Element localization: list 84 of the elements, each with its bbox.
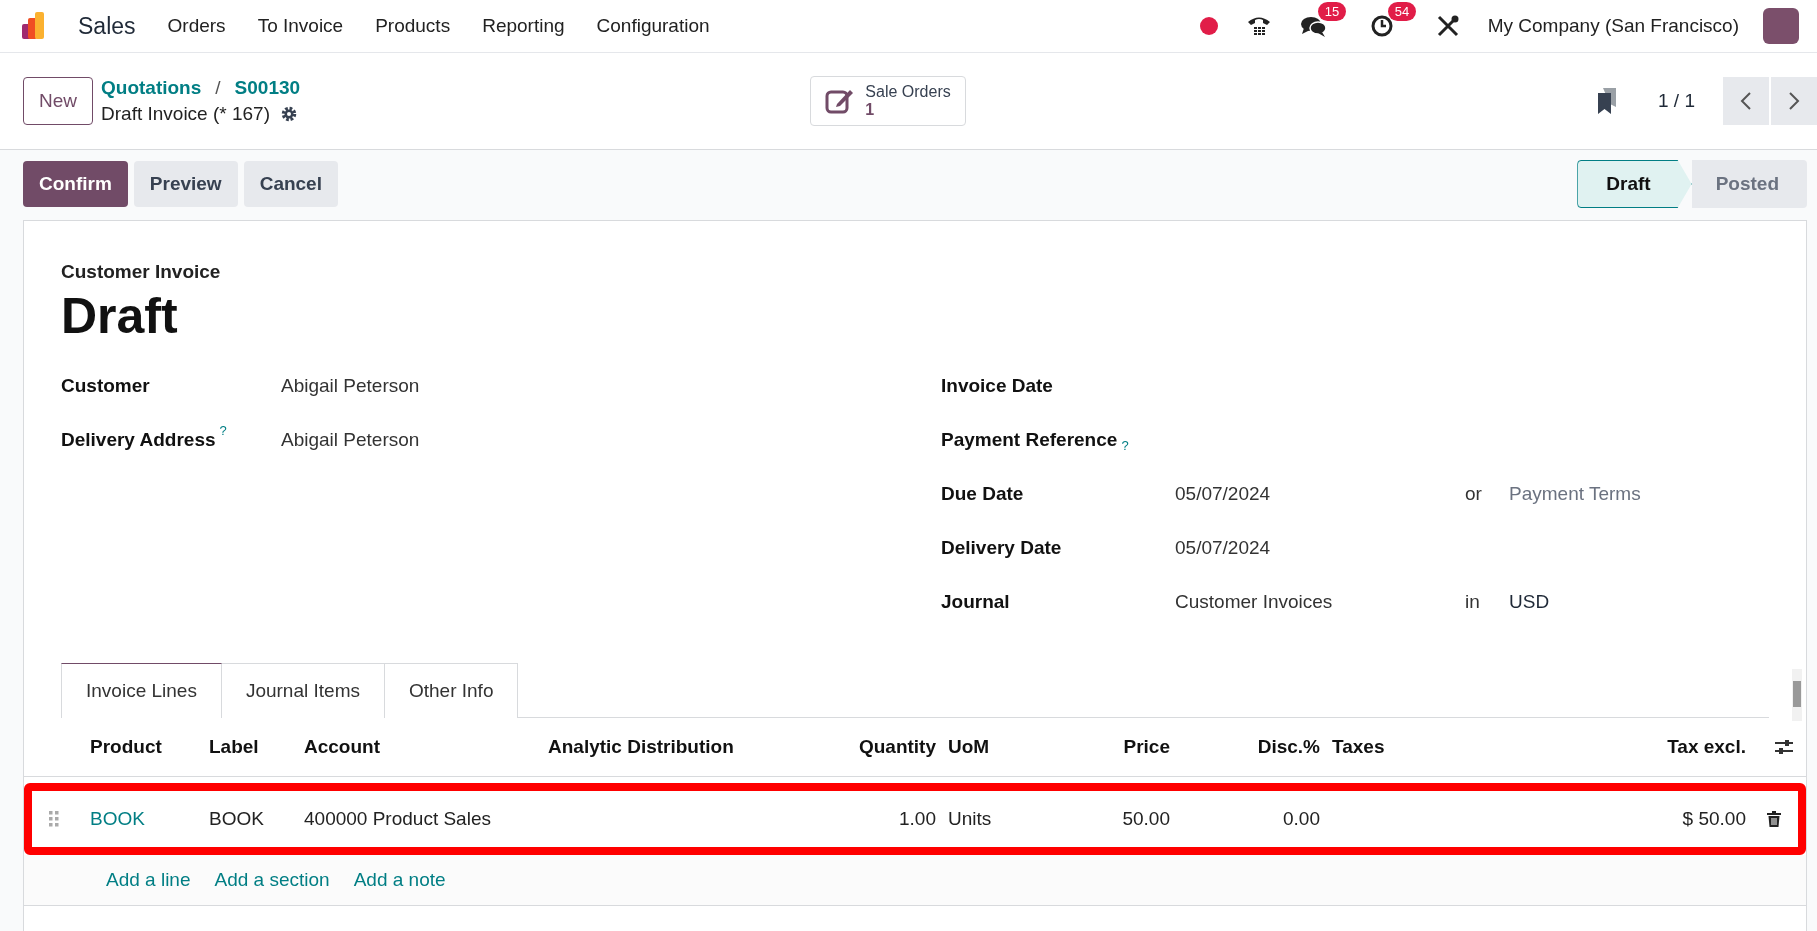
table-cell: Units — [948, 808, 992, 829]
chat-icon[interactable] — [1299, 14, 1328, 38]
chevron-left-icon — [1740, 91, 1752, 111]
table-cell: 1.00 — [899, 808, 936, 829]
field-value[interactable]: Customer Invoices — [1175, 591, 1333, 612]
settings-icon[interactable] — [280, 105, 298, 123]
field-value[interactable]: 05/07/2024 — [1175, 537, 1271, 558]
table-cell: 50.00 — [1122, 808, 1170, 829]
field-label: Invoice Date — [941, 375, 1053, 397]
help-icon[interactable]: ? — [219, 423, 227, 438]
pager-value: 1 / 1 — [1658, 90, 1695, 112]
chevron-right-icon — [1788, 91, 1800, 111]
new-button[interactable]: New — [23, 77, 93, 125]
column-header[interactable]: Price — [1052, 736, 1176, 758]
field-value[interactable]: USD — [1509, 591, 1550, 612]
add-line-link[interactable]: Add a section — [214, 869, 330, 891]
column-header[interactable]: Label — [203, 736, 298, 758]
column-header[interactable]: Taxes — [1326, 736, 1602, 758]
notebook-tab[interactable]: Other Info — [384, 663, 519, 718]
message-count-badge: 15 — [1317, 2, 1347, 21]
status-dot-icon[interactable] — [1199, 17, 1218, 35]
joiner-text: or — [1465, 483, 1482, 504]
record-title: Draft Invoice (* 167) — [101, 103, 270, 125]
table-cell: 0.00 — [1283, 808, 1320, 829]
product-link[interactable]: BOOK — [90, 808, 145, 829]
menu-item[interactable]: Configuration — [596, 15, 710, 37]
notebook-tab[interactable]: Invoice Lines — [61, 663, 222, 718]
column-settings-icon[interactable] — [1774, 738, 1794, 756]
field-value[interactable]: 05/07/2024 — [1175, 483, 1271, 504]
joiner-text: in — [1465, 591, 1480, 612]
trash-icon[interactable] — [1767, 811, 1781, 827]
column-header[interactable]: Tax excl. — [1602, 736, 1752, 758]
next-button[interactable] — [1771, 77, 1817, 125]
status-step[interactable]: Posted — [1691, 160, 1807, 208]
payment-terms-field[interactable]: Payment Terms — [1509, 483, 1641, 504]
activity-count-badge: 54 — [1387, 2, 1417, 21]
column-header[interactable]: Product — [84, 736, 203, 758]
highlighted-row[interactable]: BOOK BOOK 400000 Product Sales 1.00 Units 50.00 0.00 $ 50.00 — [24, 783, 1806, 855]
sale-orders-smart-button[interactable]: Sale Orders 1 — [810, 76, 966, 126]
breadcrumb-link[interactable]: S00130 — [234, 77, 301, 99]
app-name[interactable]: Sales — [78, 12, 136, 40]
column-header[interactable]: Analytic Distribution — [542, 736, 792, 758]
menu-item[interactable]: To Invoice — [257, 15, 344, 37]
table-cell: BOOK — [209, 808, 264, 829]
menu-item[interactable]: Products — [375, 15, 451, 37]
status-step[interactable]: Draft — [1577, 160, 1692, 208]
add-line-link[interactable]: Add a line — [106, 869, 191, 891]
drag-handle-icon[interactable] — [49, 811, 59, 827]
action-button[interactable]: Cancel — [243, 161, 338, 207]
table-cell: $ 50.00 — [1682, 808, 1746, 829]
field-value[interactable]: Abigail Peterson — [281, 375, 941, 397]
company-switcher[interactable]: My Company (San Francisco) — [1487, 15, 1739, 37]
column-header[interactable]: Account — [298, 736, 542, 758]
action-button[interactable]: Preview — [133, 161, 238, 207]
field-label: Delivery Address — [61, 429, 216, 451]
notebook-tab[interactable]: Journal Items — [221, 663, 385, 718]
breadcrumb-separator: / — [215, 77, 221, 99]
smart-button-count: 1 — [865, 101, 875, 119]
breadcrumb-link[interactable]: Quotations — [101, 77, 202, 99]
column-header[interactable]: Disc.% — [1176, 736, 1326, 758]
column-header[interactable]: UoM — [942, 736, 1052, 758]
column-header[interactable]: Quantity — [792, 736, 942, 758]
scrollbar[interactable] — [1792, 669, 1802, 721]
tools-icon[interactable] — [1435, 14, 1460, 38]
field-label: Journal — [941, 591, 1010, 613]
add-line-link[interactable]: Add a note — [353, 869, 446, 891]
menu-item[interactable]: Orders — [167, 15, 226, 37]
field-label: Payment Reference — [941, 429, 1118, 451]
user-avatar[interactable] — [1763, 8, 1799, 44]
menu-item[interactable]: Reporting — [482, 15, 565, 37]
bookmark-icon[interactable] — [1596, 87, 1618, 115]
previous-button[interactable] — [1723, 77, 1769, 125]
field-label: Delivery Date — [941, 537, 1062, 559]
document-title: Draft — [61, 287, 179, 345]
field-value[interactable]: Abigail Peterson — [281, 429, 941, 451]
field-label: Customer — [61, 375, 150, 397]
action-button[interactable]: Confirm — [23, 161, 128, 207]
edit-icon — [825, 87, 856, 115]
help-icon[interactable]: ? — [1121, 437, 1129, 453]
field-label: Due Date — [941, 483, 1024, 505]
smart-button-label: Sale Orders — [865, 83, 951, 101]
clock-icon[interactable] — [1369, 14, 1394, 38]
table-cell: 400000 Product Sales — [304, 808, 491, 829]
document-type-label: Customer Invoice — [61, 261, 222, 283]
